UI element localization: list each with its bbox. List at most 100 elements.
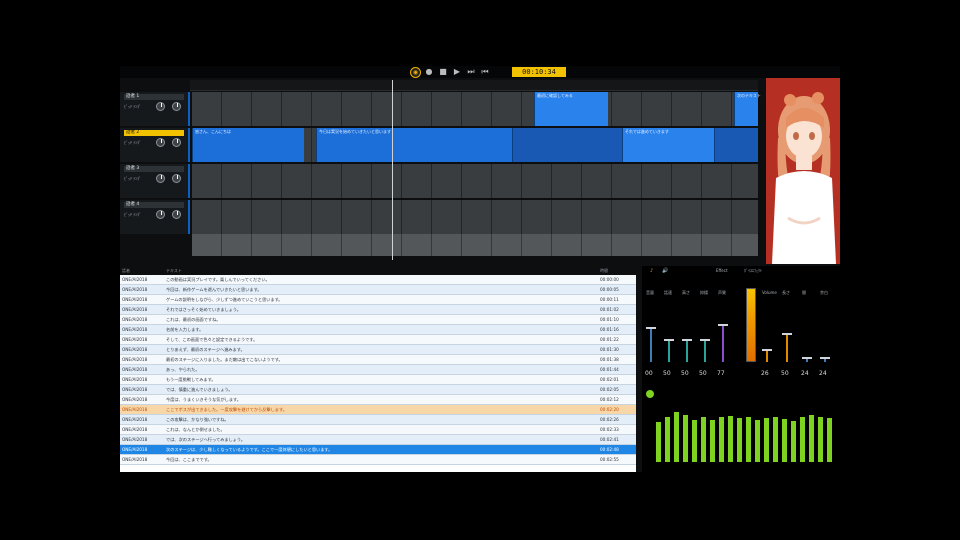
fader-handle[interactable] [664,339,674,342]
voice-clip[interactable]: それでは進めていきます [622,128,714,162]
table-row[interactable]: ONE/AI2018 では、次のステージへ行ってみましょう。 00:02:41 [120,435,636,445]
voice-clip[interactable] [512,128,622,162]
channel-label: 長さ [782,290,790,295]
table-row[interactable]: ONE/AI2018 これは、なんとか倒せました。 00:02:33 [120,425,636,435]
master-lane[interactable] [192,234,758,256]
table-row[interactable]: ONE/AI2018 次のステージは、少し難しくなっているようです。ここで一度休憩… [120,445,636,455]
table-row[interactable]: ONE/AI2018 この動画は実況プレイです。楽しんでいってください。 00:00… [120,275,636,285]
speaker-cell: ONE/AI2018 [122,447,148,452]
volume-knob[interactable] [156,102,165,111]
timeline-ruler[interactable] [190,80,758,91]
fader-value: 26 [761,370,769,377]
column-header-text[interactable]: テキスト [166,266,182,275]
track-lane[interactable] [192,200,758,234]
fader-track [704,340,706,362]
track-header[interactable]: 話者 4 ﾋﾟｯﾁ ﾃﾝﾎﾟ [120,200,190,234]
fader-handle[interactable] [802,357,812,359]
speaker-cell: ONE/AI2018 [122,407,148,412]
table-row[interactable]: ONE/AI2018 とりあえず、最初のステージへ進みます。 00:01:30 [120,345,636,355]
voice-clip[interactable]: 最初に確認してみる [534,92,608,126]
fader-handle[interactable] [782,333,792,336]
time-cell: 00:02:33 [600,427,619,432]
text-cell: それではさっそく始めていきましょう。 [166,307,241,312]
play-icon[interactable]: ▶ [452,67,462,77]
track-lane[interactable]: 最初に確認してみる 次のテキスト [192,92,761,126]
track-lane[interactable] [192,164,758,198]
column-header-time[interactable]: 時間 [600,266,608,275]
track-1: 話者 1 ﾋﾟｯﾁ ﾃﾝﾎﾟ 最初に確認してみる 次のテキスト [120,92,761,126]
time-cell: 00:00:11 [600,297,619,302]
table-row[interactable]: ONE/AI2018 今度は、うまくいきそうな気がします。 00:02:12 [120,395,636,405]
clip-label: 今日は実況を始めていきたいと思います [319,129,391,134]
table-row[interactable]: ONE/AI2018 あっ、やられた。 00:01:44 [120,365,636,375]
fader-track [650,327,652,362]
stop-icon[interactable]: ■ [438,67,448,77]
clip-label: それでは進めていきます [625,129,669,134]
table-row[interactable]: ONE/AI2018 これは、最初の画面ですね。 00:01:10 [120,315,636,325]
volume-knob[interactable] [156,174,165,183]
text-cell: これは、なんとか倒せました。 [166,427,225,432]
voice-clip[interactable]: 皆さん、こんにちは [192,128,304,162]
effect-icon[interactable]: ♪ [650,268,653,274]
text-cell: 今回は、ここまでです。 [166,457,212,462]
fader-handle[interactable] [762,348,772,351]
fader-value: 50 [699,370,707,377]
table-row[interactable]: ONE/AI2018 名前を入力します。 00:01:16 [120,325,636,335]
table-row[interactable]: ONE/AI2018 今回は、ここまでです。 00:02:55 [120,455,636,465]
voice-clip[interactable] [714,128,758,162]
table-row[interactable]: ONE/AI2018 ここでボスが出てきました。一度攻撃を避けてから反撃します。 0… [120,405,636,415]
speaker-icon[interactable]: 🔊 [662,268,668,274]
speaker-cell: ONE/AI2018 [122,417,148,422]
table-row[interactable]: ONE/AI2018 それではさっそく始めていきましょう。 00:01:02 [120,305,636,315]
fader-handle[interactable] [718,323,728,326]
track-hint: ﾋﾟｯﾁ ﾃﾝﾎﾟ [124,104,142,109]
eq-bar [764,418,769,462]
power-icon[interactable] [646,390,654,398]
record-icon[interactable]: ◉ [410,67,421,78]
pan-knob[interactable] [172,174,181,183]
eq-bar [800,417,805,462]
column-header-speaker[interactable]: 話者 [122,266,130,275]
track-header[interactable]: 話者 3 ﾋﾟｯﾁ ﾃﾝﾎﾟ [120,164,190,198]
eq-bar [791,421,796,462]
table-row[interactable]: ONE/AI2018 この攻撃は、かなり強いですね。 00:02:26 [120,415,636,425]
eq-bar [692,419,697,462]
pan-knob[interactable] [172,102,181,111]
fader-value: 77 [717,370,725,377]
stop-button[interactable]: ● [424,67,434,77]
fader-value: 50 [781,370,789,377]
table-row[interactable]: ONE/AI2018 そして、この画面で色々と設定できるようです。 00:01:22 [120,335,636,345]
volume-knob[interactable] [156,138,165,147]
track-hint: ﾋﾟｯﾁ ﾃﾝﾎﾟ [124,212,142,217]
track-name: 話者 4 [124,202,184,208]
pan-knob[interactable] [172,210,181,219]
table-row[interactable]: ONE/AI2018 では、慎重に進んでいきましょう。 00:02:05 [120,385,636,395]
eq-bar [710,419,715,462]
fader-track [786,334,788,362]
pan-knob[interactable] [172,138,181,147]
voice-clip[interactable]: 次のテキスト [734,92,761,126]
table-row[interactable]: ONE/AI2018 もう一度挑戦してみます。 00:02:01 [120,375,636,385]
table-row[interactable]: ONE/AI2018 最初のステージに入りました。まだ敵は出てこないようです。 00… [120,355,636,365]
track-3: 話者 3 ﾋﾟｯﾁ ﾃﾝﾎﾟ [120,164,758,198]
fader-handle[interactable] [700,339,710,342]
text-cell: そして、この画面で色々と設定できるようです。 [166,337,258,342]
track-lane[interactable]: 皆さん、こんにちは 今日は実況を始めていきたいと思います それでは進めていきます [192,128,758,162]
playhead[interactable] [392,80,393,260]
time-cell: 00:02:41 [600,437,619,442]
fader-handle[interactable] [646,326,656,329]
voice-clip[interactable]: 今日は実況を始めていきたいと思います [316,128,512,162]
fader-handle[interactable] [682,339,692,342]
skip-forward-icon[interactable]: ⏭ [466,67,476,77]
track-header[interactable]: 話者 2 ﾋﾟｯﾁ ﾃﾝﾎﾟ [120,128,190,162]
track-header[interactable]: 話者 1 ﾋﾟｯﾁ ﾃﾝﾎﾟ [120,92,190,126]
speaker-cell: ONE/AI2018 [122,317,148,322]
table-row[interactable]: ONE/AI2018 今回は、新作ゲームを遊んでいきたいと思います。 00:00:0… [120,285,636,295]
level-meter [746,288,756,362]
table-row[interactable]: ONE/AI2018 ゲームの説明をしながら、少しずつ進めていこうと思います。 00… [120,295,636,305]
eq-bar [719,417,724,462]
fader-handle[interactable] [820,357,830,359]
text-cell: 次のステージは、少し難しくなっているようです。ここで一度休憩にしたいと思います。 [166,447,333,452]
volume-knob[interactable] [156,210,165,219]
skip-back-icon[interactable]: ⏮ [480,67,490,77]
